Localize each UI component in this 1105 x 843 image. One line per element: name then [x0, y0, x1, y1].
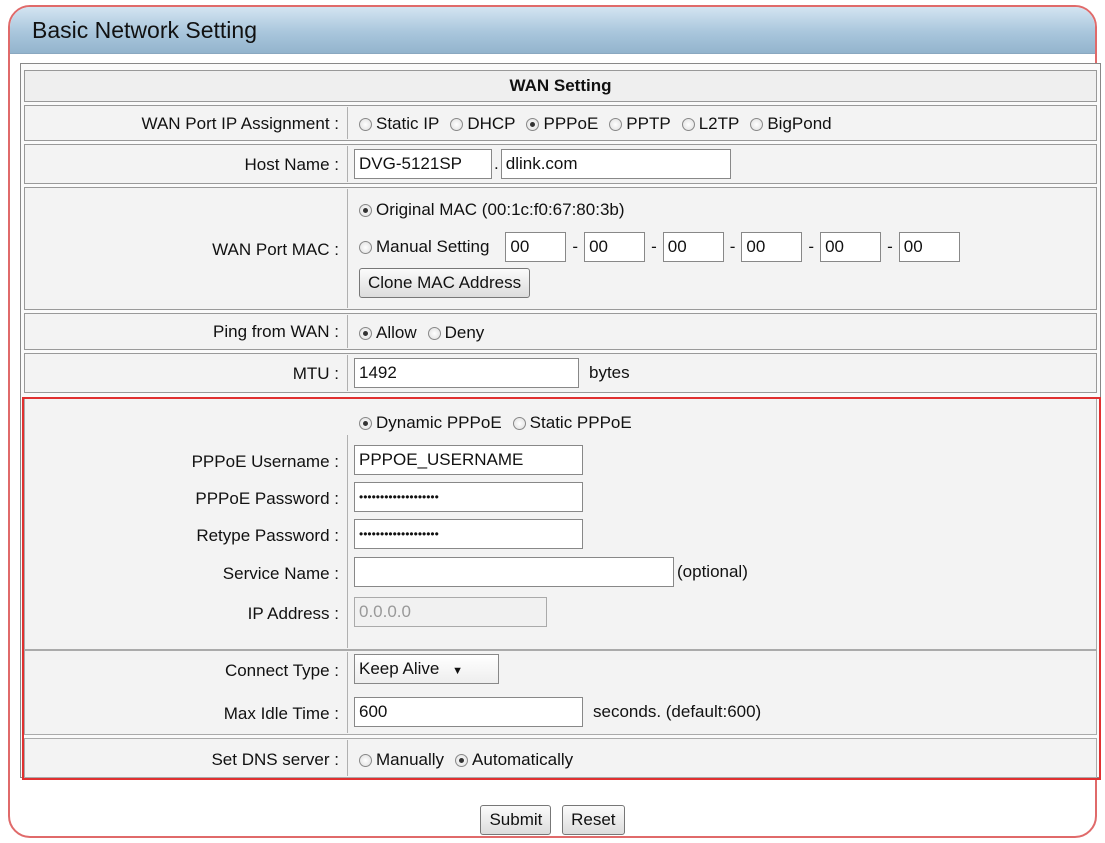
mac-octet-1-input[interactable]: 00: [505, 232, 567, 262]
ping-deny-option[interactable]: Deny: [427, 323, 485, 343]
ip-assignment-label: WAN Port IP Assignment :: [141, 114, 339, 133]
host-name-row: Host Name : DVG-5121SP . dlink.com: [24, 144, 1097, 184]
ip-static-label: Static IP: [376, 114, 440, 133]
ping-allow-label: Allow: [376, 323, 417, 342]
ip-dhcp-radio[interactable]: [450, 117, 464, 131]
mac-separator: -: [729, 237, 736, 256]
ip-bigpond-radio[interactable]: [750, 117, 764, 131]
ip-l2tp-label: L2TP: [698, 114, 740, 133]
mac-octet-6-input[interactable]: 00: [898, 232, 960, 262]
ip-pptp-label: PPTP: [626, 114, 671, 133]
wan-setting-heading: WAN Setting: [509, 76, 612, 95]
ping-deny-radio[interactable]: [427, 326, 441, 340]
mac-separator: -: [887, 237, 893, 256]
mtu-row: MTU : 1492 bytes: [24, 353, 1097, 393]
ip-dhcp-option[interactable]: DHCP: [450, 114, 515, 134]
manual-mac-radio[interactable]: [359, 240, 372, 254]
mac-octet-4-input[interactable]: 00: [741, 232, 803, 262]
ip-assignment-options: Static IP DHCP PPPoE PPTP L2TP BigPond: [359, 114, 843, 134]
form-buttons: Submit Reset: [0, 805, 1105, 835]
ip-bigpond-label: BigPond: [767, 114, 832, 133]
ip-l2tp-radio[interactable]: [681, 117, 695, 131]
mtu-label: MTU :: [292, 364, 339, 383]
ip-dhcp-label: DHCP: [467, 114, 516, 133]
ping-deny-label: Deny: [444, 323, 485, 342]
manual-mac-row: Manual Setting 00 - 00 - 00 - 00 - 00 - …: [359, 232, 960, 262]
ping-allow-radio[interactable]: [359, 326, 372, 340]
pppoe-highlight-box: [22, 397, 1101, 780]
manual-mac-label: Manual Setting: [376, 237, 490, 256]
mac-separator: -: [572, 237, 579, 256]
wan-setting-header-row: WAN Setting: [24, 70, 1097, 102]
column-divider: [347, 146, 348, 182]
wan-mac-label: WAN Port MAC :: [212, 240, 339, 259]
domain-name-input[interactable]: dlink.com: [500, 149, 731, 179]
ip-static-radio[interactable]: [359, 117, 372, 131]
mac-octet-3-input[interactable]: 00: [662, 232, 724, 262]
mtu-unit: bytes: [589, 363, 630, 382]
ip-pppoe-option[interactable]: PPPoE: [526, 114, 598, 134]
ping-label: Ping from WAN :: [213, 322, 339, 341]
mac-separator: -: [808, 237, 815, 256]
original-mac-option[interactable]: Original MAC (00:1c:f0:67:80:3b): [359, 200, 625, 220]
clone-mac-button[interactable]: Clone MAC Address: [359, 268, 531, 298]
ip-l2tp-option[interactable]: L2TP: [681, 114, 740, 134]
ip-assignment-row: WAN Port IP Assignment : Static IP DHCP …: [24, 105, 1097, 141]
ip-pppoe-radio[interactable]: [526, 117, 540, 131]
host-name-label: Host Name :: [244, 155, 339, 174]
submit-button[interactable]: Submit: [480, 805, 552, 835]
mac-octet-5-input[interactable]: 00: [820, 232, 882, 262]
column-divider: [347, 189, 348, 308]
ping-options: Allow Deny: [359, 323, 495, 343]
mtu-input[interactable]: 1492: [354, 358, 579, 388]
mac-separator: -: [651, 237, 657, 256]
original-mac-label: Original MAC (00:1c:f0:67:80:3b): [376, 200, 625, 219]
column-divider: [347, 355, 348, 391]
host-name-input[interactable]: DVG-5121SP: [354, 149, 492, 179]
title-bar: Basic Network Setting: [10, 7, 1095, 54]
ip-static-option[interactable]: Static IP: [359, 114, 439, 134]
ping-allow-option[interactable]: Allow: [359, 323, 417, 343]
page-title: Basic Network Setting: [32, 17, 257, 43]
host-name-dot: .: [494, 154, 499, 173]
original-mac-radio[interactable]: [359, 203, 372, 217]
ip-pppoe-label: PPPoE: [543, 114, 599, 133]
host-name-fields: DVG-5121SP . dlink.com: [354, 149, 731, 179]
column-divider: [347, 315, 348, 348]
ip-bigpond-option[interactable]: BigPond: [750, 114, 832, 134]
wan-mac-row: WAN Port MAC : Original MAC (00:1c:f0:67…: [24, 187, 1097, 310]
mtu-fields: 1492 bytes: [354, 358, 630, 388]
column-divider: [347, 107, 348, 139]
mac-octet-2-input[interactable]: 00: [584, 232, 646, 262]
ip-pptp-radio[interactable]: [609, 117, 623, 131]
ip-pptp-option[interactable]: PPTP: [609, 114, 671, 134]
clone-mac-wrap: Clone MAC Address: [359, 268, 531, 298]
ping-row: Ping from WAN : Allow Deny: [24, 313, 1097, 350]
reset-button[interactable]: Reset: [562, 805, 625, 835]
